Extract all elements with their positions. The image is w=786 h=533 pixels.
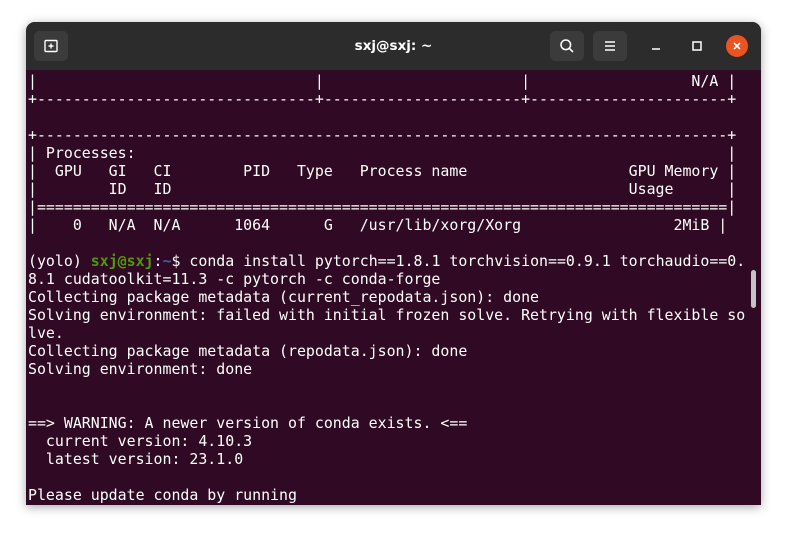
minimize-icon [652, 48, 660, 50]
terminal-line: |=======================================… [28, 198, 737, 216]
maximize-icon [692, 41, 702, 51]
output-line: Please update conda by running [28, 486, 297, 504]
terminal-line: | 0 N/A N/A 1064 G /usr/lib/xorg/Xorg 2M… [28, 216, 728, 234]
terminal-line: | ID ID Usage | [28, 180, 737, 198]
terminal-line: | | | N/A | [28, 72, 737, 90]
search-button[interactable] [550, 31, 584, 61]
output-line: Collecting package metadata (repodata.js… [28, 342, 468, 360]
terminal-window: sxj@sxj: ~ | | | N/A | +----------------… [26, 22, 761, 505]
close-button[interactable] [726, 35, 748, 57]
prompt-line: (yolo) sxj@sxj:~$ conda install pytorch=… [28, 252, 745, 270]
prompt-user-host: sxj@sxj [90, 252, 154, 270]
output-line: Solving environment: failed with initial… [28, 306, 746, 324]
prompt-command: conda install pytorch==1.8.1 torchvision… [189, 252, 746, 270]
title-bar[interactable]: sxj@sxj: ~ [26, 22, 761, 70]
close-icon [733, 42, 741, 50]
terminal-line: | Processes: | [28, 144, 737, 162]
terminal-line: +-------------------------------+-------… [28, 90, 737, 108]
minimize-button[interactable] [644, 34, 668, 58]
hamburger-menu-icon [605, 41, 615, 51]
terminal-line: +---------------------------------------… [28, 126, 737, 144]
output-line: current version: 4.10.3 [28, 432, 253, 450]
output-line: latest version: 23.1.0 [28, 450, 244, 468]
terminal-line: | GPU GI CI PID Type Process name GPU Me… [28, 162, 737, 180]
prompt-env: (yolo) [28, 252, 91, 270]
terminal-output[interactable]: | | | N/A | +---------------------------… [26, 70, 761, 505]
output-line: lve. [28, 324, 64, 342]
output-line: Solving environment: done [28, 360, 253, 378]
search-icon [560, 39, 574, 53]
output-line: Collecting package metadata (current_rep… [28, 288, 540, 306]
output-line: ==> WARNING: A newer version of conda ex… [28, 414, 468, 432]
output-line: 8.1 cudatoolkit=11.3 -c pytorch -c conda… [28, 270, 441, 288]
prompt-symbol: $ [171, 252, 190, 270]
menu-button[interactable] [593, 31, 627, 61]
prompt-separator: : [153, 252, 163, 270]
maximize-button[interactable] [685, 34, 709, 58]
scrollbar-thumb[interactable] [751, 270, 756, 308]
